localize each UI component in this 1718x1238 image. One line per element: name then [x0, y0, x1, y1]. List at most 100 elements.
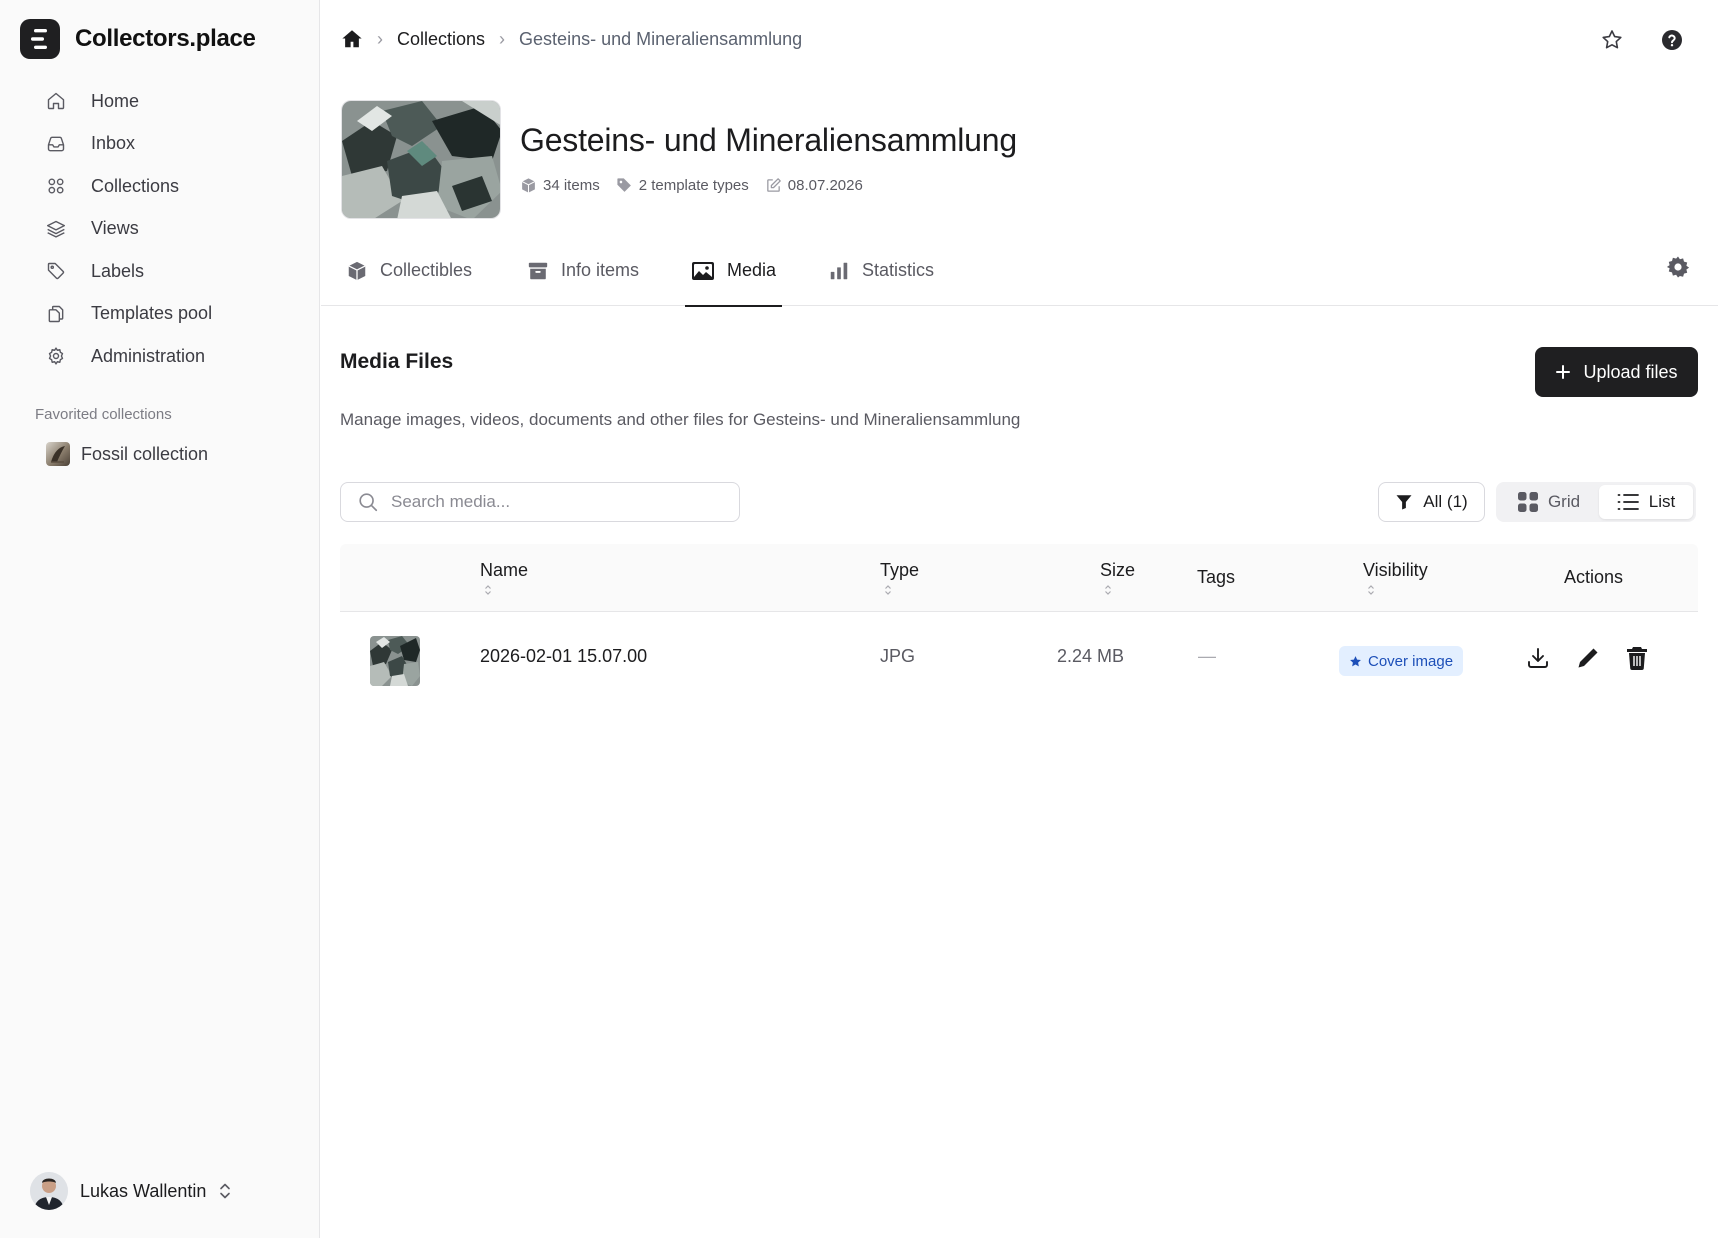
sidebar-item-collections[interactable]: Collections: [36, 165, 306, 208]
main-content: › Collections › Gesteins- und Mineralien…: [321, 0, 1718, 1238]
inbox-icon: [47, 136, 65, 152]
section-description: Manage images, videos, documents and oth…: [340, 410, 1021, 429]
sort-icon: [1368, 585, 1374, 595]
avatar: [30, 1172, 68, 1210]
search-field[interactable]: [340, 482, 740, 522]
pencil-icon: [1578, 648, 1598, 668]
cube-icon: [521, 178, 536, 193]
tag-icon: [617, 178, 631, 192]
cell-tags: —: [1198, 646, 1216, 666]
table-row[interactable]: 2026-02-01 15.07.00 JPG 2.24 MB — Cover …: [340, 612, 1698, 704]
view-list-button[interactable]: List: [1599, 485, 1693, 519]
column-header-visibility[interactable]: Visibility: [1363, 560, 1428, 595]
layers-icon: [46, 220, 66, 238]
search-input[interactable]: [391, 492, 711, 512]
favorite-thumbnail: [46, 442, 70, 466]
trash-icon: [1627, 647, 1647, 670]
sidebar-item-label: Administration: [91, 345, 206, 366]
search-icon: [359, 493, 378, 512]
sidebar: Collectors.place Home Inbox Collections …: [0, 0, 320, 1238]
sidebar-item-label: Inbox: [91, 133, 136, 154]
edit-button[interactable]: [1576, 646, 1600, 670]
sidebar-item-labels[interactable]: Labels: [36, 250, 306, 293]
edit-icon: [766, 178, 781, 192]
cell-type: JPG: [880, 646, 916, 666]
column-header-name[interactable]: Name: [480, 560, 528, 595]
home-icon: [47, 93, 65, 110]
download-icon: [1528, 648, 1548, 668]
user-name: Lukas Wallentin: [80, 1180, 207, 1201]
chevron-up-down-icon: [220, 1183, 231, 1199]
breadcrumb-collections[interactable]: Collections: [397, 29, 485, 50]
cell-name: 2026-02-01 15.07.00: [480, 646, 648, 666]
column-header-type[interactable]: Type: [880, 560, 919, 595]
sidebar-item-inbox[interactable]: Inbox: [36, 123, 306, 166]
star-icon: [1350, 655, 1361, 666]
tab-bar: Collectibles Info items Media Statistics: [321, 250, 1718, 307]
copy-icon: [48, 305, 64, 322]
cube-icon: [348, 261, 366, 281]
sort-icon: [885, 585, 891, 595]
sidebar-item-templates-pool[interactable]: Templates pool: [36, 293, 306, 336]
favorite-star-icon[interactable]: [1600, 28, 1624, 52]
page-title: Gesteins- und Mineraliensammlung: [520, 122, 1017, 158]
tag-icon: [47, 263, 65, 280]
delete-button[interactable]: [1626, 646, 1648, 670]
tab-collectibles[interactable]: Collectibles: [346, 250, 472, 306]
sidebar-item-label: Templates pool: [91, 303, 213, 324]
tab-statistics[interactable]: Statistics: [828, 250, 934, 306]
filter-button[interactable]: All (1): [1378, 482, 1485, 522]
brand[interactable]: Collectors.place: [20, 19, 256, 59]
favorite-item-fossil-collection[interactable]: Fossil collection: [46, 442, 208, 466]
media-thumbnail[interactable]: [370, 636, 420, 686]
plus-icon: [1556, 365, 1571, 379]
favorite-item-label: Fossil collection: [81, 443, 209, 464]
status-badge: Cover image: [1339, 646, 1464, 676]
list-view-icon: [1617, 494, 1639, 510]
app-logo-icon: [20, 19, 60, 59]
help-icon[interactable]: [1660, 28, 1684, 52]
sidebar-item-label: Home: [91, 90, 140, 111]
user-menu[interactable]: Lukas Wallentin: [30, 1172, 232, 1210]
sidebar-item-views[interactable]: Views: [36, 208, 306, 251]
favorites-title: Favorited collections: [35, 406, 172, 423]
collection-cover-image: [341, 100, 501, 219]
app-name: Collectors.place: [75, 25, 256, 52]
breadcrumb: › Collections › Gesteins- und Mineralien…: [341, 28, 802, 50]
sort-icon: [1105, 585, 1111, 595]
upload-files-button[interactable]: Upload files: [1535, 347, 1698, 397]
breadcrumb-separator-icon: ›: [499, 28, 506, 49]
tab-info-items[interactable]: Info items: [527, 250, 639, 306]
cell-size: 2.24 MB: [1057, 646, 1125, 666]
sort-icon: [485, 585, 491, 595]
sidebar-item-label: Collections: [91, 175, 180, 196]
sidebar-item-label: Labels: [91, 260, 145, 281]
grid-icon: [48, 178, 64, 194]
breadcrumb-separator-icon: ›: [377, 28, 383, 49]
sidebar-item-administration[interactable]: Administration: [36, 335, 306, 378]
section-title: Media Files: [340, 350, 454, 373]
collection-meta: 34 items 2 template types 08.07.2026: [520, 177, 879, 194]
grid-view-icon: [1517, 492, 1538, 512]
column-header-size[interactable]: Size: [1100, 560, 1135, 595]
archive-icon: [528, 262, 548, 280]
view-grid-button[interactable]: Grid: [1499, 485, 1599, 519]
download-button[interactable]: [1526, 646, 1550, 670]
breadcrumb-current: Gesteins- und Mineraliensammlung: [519, 28, 803, 49]
home-icon[interactable]: [341, 28, 363, 50]
sidebar-item-home[interactable]: Home: [36, 80, 306, 123]
column-header-actions: Actions: [1564, 567, 1624, 587]
table-header: Name Type Size Tags Visibility Actions: [340, 544, 1698, 612]
filter-icon: [1396, 495, 1412, 510]
edited-date: 08.07.2026: [765, 177, 863, 194]
settings-gear-icon[interactable]: [1666, 255, 1690, 279]
tab-media[interactable]: Media: [684, 250, 783, 307]
bar-chart-icon: [830, 262, 848, 280]
view-toggle: Grid List: [1496, 482, 1696, 522]
media-table: Name Type Size Tags Visibility Actions 2…: [340, 544, 1698, 704]
template-types: 2 template types: [616, 177, 749, 194]
image-icon: [692, 262, 714, 280]
sidebar-nav: Home Inbox Collections Views Labels Temp…: [36, 80, 306, 378]
sidebar-item-label: Views: [91, 218, 139, 239]
items-count: 34 items: [520, 177, 600, 194]
